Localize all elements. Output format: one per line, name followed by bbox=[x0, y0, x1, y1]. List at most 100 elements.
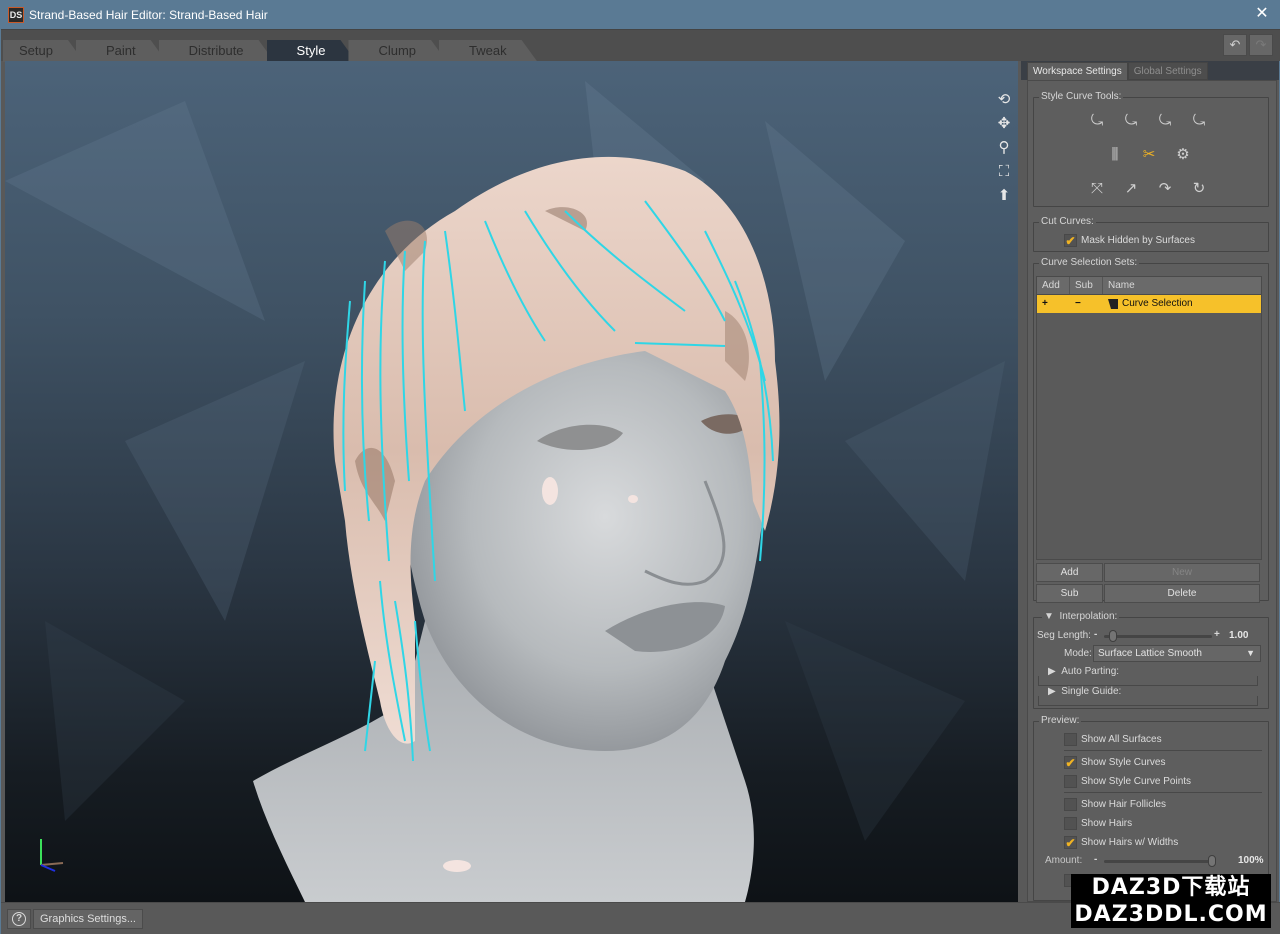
show-hair-follicles-label: Show Hair Follicles bbox=[1081, 799, 1167, 810]
x-axis bbox=[40, 862, 64, 866]
hair-editor-window: DS Strand-Based Hair Editor: Strand-Base… bbox=[0, 0, 1280, 934]
tab-setup[interactable]: Setup bbox=[3, 40, 84, 62]
style-curve-tools-label: Style Curve Tools: bbox=[1039, 91, 1124, 103]
redo-button[interactable]: ↷ bbox=[1249, 34, 1273, 56]
show-style-curve-points-label: Show Style Curve Points bbox=[1081, 776, 1192, 787]
row-add-icon[interactable]: + bbox=[1037, 295, 1070, 313]
show-style-curves-label: Show Style Curves bbox=[1081, 757, 1166, 768]
table-row[interactable]: + − Curve Selection bbox=[1037, 295, 1261, 313]
seg-length-decrease-icon[interactable]: - bbox=[1094, 629, 1097, 641]
interpolation-toggle[interactable]: ▼ Interpolation: bbox=[1042, 611, 1120, 623]
tab-workspace-settings[interactable]: Workspace Settings bbox=[1027, 62, 1128, 80]
pan-icon[interactable]: ✥ bbox=[994, 115, 1014, 133]
tab-clump[interactable]: Clump bbox=[348, 40, 447, 62]
preview-label: Preview: bbox=[1039, 715, 1082, 727]
show-hairs-widths-label: Show Hairs w/ Widths bbox=[1081, 837, 1179, 848]
orbit-icon[interactable]: ⟲ bbox=[994, 91, 1014, 109]
axis-gizmo bbox=[40, 839, 64, 872]
new-button[interactable]: New bbox=[1104, 563, 1260, 582]
seg-length-value: 1.00 bbox=[1229, 630, 1249, 641]
editor-tab-bar: Setup Paint Distribute Style Clump Tweak… bbox=[1, 29, 1280, 61]
curve-settings-tool-icon[interactable]: ⚙ bbox=[1172, 144, 1194, 166]
show-hair-follicles-checkbox[interactable]: Show Hair Follicles bbox=[1064, 798, 1166, 811]
mask-hidden-label: Mask Hidden by Surfaces bbox=[1081, 235, 1195, 246]
curve-selection-sets-group: Curve Selection Sets: Add Sub Name + − C… bbox=[1033, 257, 1269, 603]
amount-value: 100% bbox=[1238, 855, 1264, 866]
table-header: Add Sub Name bbox=[1037, 277, 1261, 295]
show-hairs-checkbox[interactable]: Show Hairs bbox=[1064, 817, 1132, 830]
graphics-settings-button[interactable]: Graphics Settings... bbox=[33, 909, 143, 929]
title-bar: DS Strand-Based Hair Editor: Strand-Base… bbox=[1, 1, 1280, 29]
show-hairs-widths-checkbox[interactable]: ✔ Show Hairs w/ Widths bbox=[1064, 836, 1178, 849]
curl-tool-icon[interactable]: ↻ bbox=[1188, 178, 1210, 200]
tab-distribute[interactable]: Distribute bbox=[159, 40, 275, 62]
column-add[interactable]: Add bbox=[1037, 277, 1070, 294]
bend-tool-icon[interactable]: ↷ bbox=[1154, 178, 1176, 200]
amount-slider-thumb[interactable] bbox=[1208, 855, 1216, 867]
comb-tool-icon[interactable]: ⫼ bbox=[1104, 144, 1126, 166]
move-points-tool-icon[interactable]: ⤧ bbox=[1086, 178, 1108, 200]
daz-studio-icon: DS bbox=[8, 7, 24, 23]
tab-global-settings[interactable]: Global Settings bbox=[1127, 62, 1208, 80]
tab-tweak[interactable]: Tweak bbox=[439, 40, 538, 62]
curve-selection-sets-label: Curve Selection Sets: bbox=[1039, 257, 1140, 269]
chevron-down-icon: ▼ bbox=[1246, 648, 1255, 658]
tab-style[interactable]: Style bbox=[267, 40, 357, 62]
show-all-surfaces-checkbox[interactable]: Show All Surfaces bbox=[1064, 733, 1162, 746]
mask-hidden-checkbox[interactable]: ✔ Mask Hidden by Surfaces bbox=[1064, 234, 1195, 247]
hair-figure-render bbox=[253, 156, 780, 902]
select-points-tool-icon[interactable]: ⤿ bbox=[1188, 110, 1210, 132]
auto-parting-toggle[interactable]: ▶ Auto Parting: bbox=[1048, 666, 1119, 677]
seg-length-slider-thumb[interactable] bbox=[1109, 630, 1117, 642]
check-icon: ✔ bbox=[1064, 836, 1077, 850]
add-button[interactable]: Add bbox=[1036, 563, 1103, 582]
column-sub[interactable]: Sub bbox=[1070, 277, 1103, 294]
amount-label: Amount: bbox=[1045, 855, 1083, 866]
tab-paint[interactable]: Paint bbox=[76, 40, 167, 62]
show-all-surfaces-label: Show All Surfaces bbox=[1081, 734, 1162, 745]
reset-view-icon[interactable]: ⬆ bbox=[994, 187, 1014, 205]
seg-length-label: Seg Length: bbox=[1037, 630, 1091, 641]
single-guide-toggle[interactable]: ▶ Single Guide: bbox=[1048, 686, 1121, 697]
expand-arrow-icon: ▼ bbox=[1044, 611, 1060, 622]
mode-label: Mode: bbox=[1064, 648, 1092, 659]
select-root-tool-icon[interactable]: ⤿ bbox=[1120, 110, 1142, 132]
watermark-line-2: DAZ3DDL.COM bbox=[1074, 902, 1268, 927]
column-name[interactable]: Name bbox=[1103, 277, 1261, 294]
watermark: DAZ3D下载站 DAZ3DDL.COM bbox=[1071, 874, 1271, 928]
undo-button[interactable]: ↶ bbox=[1223, 34, 1247, 56]
help-icon: ? bbox=[12, 912, 26, 926]
show-style-curve-points-checkbox[interactable]: Show Style Curve Points bbox=[1064, 775, 1191, 788]
workspace-settings-content: Style Curve Tools: ⤿ ⤿ ⤿ ⤿ ⫼ ✂ ⚙ ⤧ ↗ ↷ ↻ bbox=[1027, 80, 1277, 902]
mode-value: Surface Lattice Smooth bbox=[1098, 648, 1202, 659]
frame-icon[interactable]: ⛶ bbox=[994, 163, 1014, 181]
interpolation-group: ▼ Interpolation: Seg Length: - + 1.00 Mo… bbox=[1033, 611, 1269, 709]
single-guide-label: Single Guide: bbox=[1061, 686, 1122, 697]
expand-arrow-icon: ▶ bbox=[1048, 686, 1062, 697]
check-icon: ✔ bbox=[1064, 756, 1077, 770]
amount-decrease-icon[interactable]: - bbox=[1094, 854, 1097, 866]
amount-slider[interactable] bbox=[1104, 860, 1216, 863]
mode-dropdown[interactable]: Surface Lattice Smooth ▼ bbox=[1093, 645, 1261, 662]
expand-arrow-icon: ▶ bbox=[1048, 666, 1062, 677]
show-style-curves-checkbox[interactable]: ✔ Show Style Curves bbox=[1064, 756, 1165, 769]
window-title: Strand-Based Hair Editor: Strand-Based H… bbox=[29, 8, 268, 22]
cut-curves-label: Cut Curves: bbox=[1039, 216, 1096, 228]
seg-length-increase-icon[interactable]: + bbox=[1214, 629, 1220, 641]
select-curve-tool-icon[interactable]: ⤿ bbox=[1086, 110, 1108, 132]
close-button[interactable]: ✕ bbox=[1253, 5, 1271, 23]
help-button[interactable]: ? bbox=[7, 909, 31, 929]
sub-button[interactable]: Sub bbox=[1036, 584, 1103, 603]
row-sub-icon[interactable]: − bbox=[1070, 295, 1103, 313]
3d-viewport[interactable]: ⟲ ✥ ⚲ ⛶ ⬆ bbox=[5, 61, 1018, 902]
show-hairs-label: Show Hairs bbox=[1081, 818, 1133, 829]
selection-sets-table: Add Sub Name + − Curve Selection bbox=[1036, 276, 1262, 560]
extend-tool-icon[interactable]: ↗ bbox=[1120, 178, 1142, 200]
style-curve-tools-group: Style Curve Tools: ⤿ ⤿ ⤿ ⤿ ⫼ ✂ ⚙ ⤧ ↗ ↷ ↻ bbox=[1033, 91, 1269, 207]
delete-button[interactable]: Delete bbox=[1104, 584, 1260, 603]
select-tip-tool-icon[interactable]: ⤿ bbox=[1154, 110, 1176, 132]
seg-length-slider[interactable] bbox=[1104, 635, 1212, 638]
interpolation-label: Interpolation: bbox=[1059, 611, 1118, 622]
cut-tool-icon[interactable]: ✂ bbox=[1138, 144, 1160, 166]
zoom-icon[interactable]: ⚲ bbox=[994, 139, 1014, 157]
